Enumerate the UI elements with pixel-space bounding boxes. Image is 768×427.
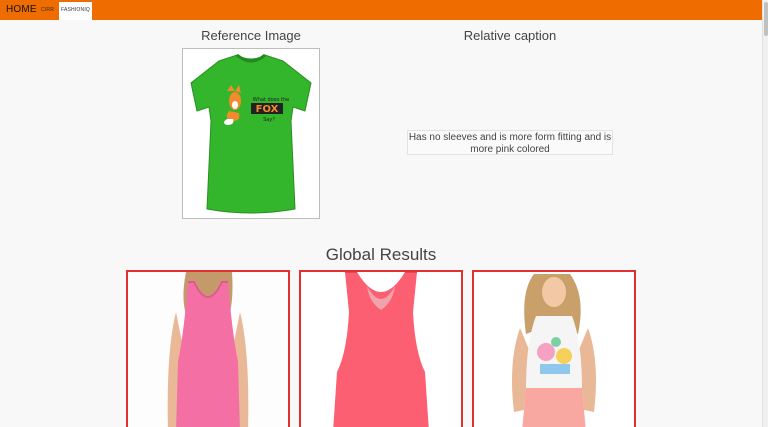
pink-tank-top-image bbox=[128, 272, 288, 427]
green-tshirt-image: What does the FOX Say? bbox=[190, 53, 312, 214]
home-link[interactable]: HOME bbox=[6, 4, 37, 15]
relative-caption-heading: Relative caption bbox=[463, 28, 557, 43]
result-image-1[interactable] bbox=[126, 270, 290, 427]
graphic-tank-top-image bbox=[474, 272, 634, 427]
reference-image: What does the FOX Say? bbox=[182, 48, 320, 219]
nav-link-cirr[interactable]: CIRR bbox=[41, 7, 54, 13]
shirt-text-line1: What does the bbox=[253, 97, 289, 103]
reference-image-heading: Reference Image bbox=[201, 28, 301, 43]
result-image-2[interactable] bbox=[299, 270, 463, 427]
global-results-heading: Global Results bbox=[325, 245, 437, 264]
scrollbar-thumb[interactable] bbox=[764, 2, 768, 36]
coral-racerback-tank-image bbox=[301, 272, 461, 427]
nav-link-fashioniq[interactable]: FASHIONIQ bbox=[59, 2, 92, 20]
page-scrollbar[interactable] bbox=[762, 0, 768, 427]
result-image-3[interactable] bbox=[472, 270, 636, 427]
top-navbar: HOME CIRR FASHIONIQ bbox=[0, 0, 762, 20]
relative-caption-text: Has no sleeves and is more form fitting … bbox=[407, 130, 613, 155]
shirt-text-fox: FOX bbox=[256, 104, 279, 115]
shirt-text-line3: Say? bbox=[263, 117, 275, 123]
